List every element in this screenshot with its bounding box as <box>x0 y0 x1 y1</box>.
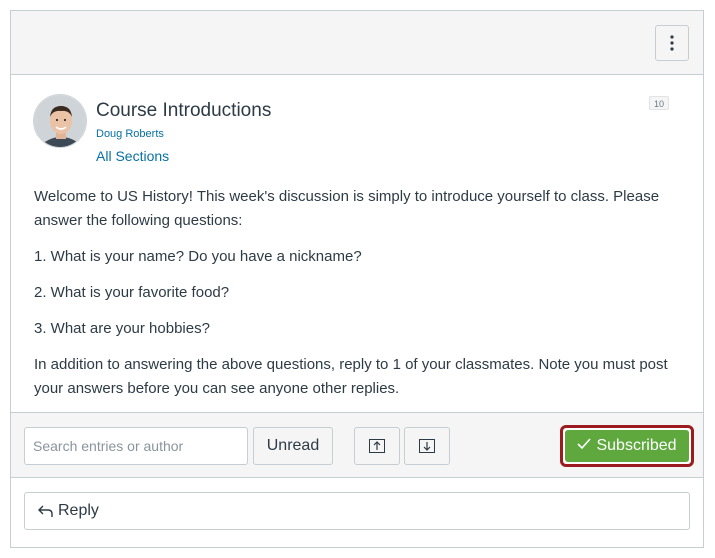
topic-title: Course Introductions <box>96 100 272 121</box>
author-name-link[interactable]: Doug Roberts <box>96 128 164 140</box>
topic-options-button[interactable] <box>655 25 689 61</box>
reply-label: Reply <box>58 502 99 519</box>
sections-link[interactable]: All Sections <box>96 148 169 164</box>
topic-header-bar <box>11 11 703 75</box>
vertical-dots-icon <box>670 35 674 51</box>
subscribed-button[interactable]: Subscribed <box>565 430 689 462</box>
expand-all-button[interactable] <box>404 427 450 465</box>
message-paragraph: 2. What is your favorite food? <box>34 284 230 301</box>
reply-button[interactable]: Reply <box>24 492 690 530</box>
message-paragraph: In addition to answering the above quest… <box>34 356 668 397</box>
checkmark-icon <box>577 437 592 455</box>
collapse-all-button[interactable] <box>354 427 400 465</box>
subscribed-label: Subscribed <box>596 437 677 454</box>
collapse-all-icon <box>369 439 385 453</box>
search-entries-input[interactable] <box>24 427 248 465</box>
reply-arrow-icon <box>38 505 53 517</box>
unread-filter-button[interactable]: Unread <box>253 427 333 465</box>
discussion-toolbar: Unread Subscribed <box>11 412 703 478</box>
subscribed-highlight: Subscribed <box>560 425 694 467</box>
message-paragraph: 3. What are your hobbies? <box>34 320 210 337</box>
discussion-topic-panel: Course Introductions Doug Roberts All Se… <box>10 10 704 548</box>
topic-message-body: Welcome to US History! This week's discu… <box>34 185 684 413</box>
message-paragraph: 1. What is your name? Do you have a nick… <box>34 248 362 265</box>
expand-all-icon <box>419 439 435 453</box>
unread-count-badge: 10 <box>648 96 669 110</box>
message-paragraph: Welcome to US History! This week's discu… <box>34 188 660 229</box>
author-avatar[interactable] <box>33 94 87 148</box>
